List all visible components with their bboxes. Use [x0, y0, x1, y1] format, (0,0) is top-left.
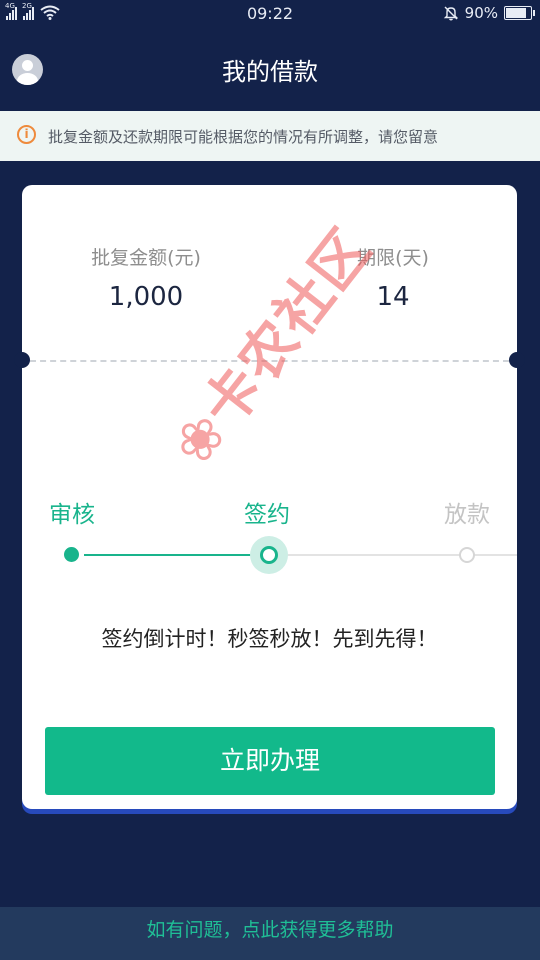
card-notch-right: [509, 352, 525, 368]
battery-percent: 90%: [464, 4, 498, 22]
step-review-dot: [64, 547, 79, 562]
card-notch-left: [14, 352, 30, 368]
notice-banner: i 批复金额及还款期限可能根据您的情况有所调整，请您留意: [0, 111, 540, 161]
help-link[interactable]: 如有问题，点此获得更多帮助: [0, 915, 540, 942]
step-disburse-dot: [459, 547, 475, 563]
header: 我的借款: [0, 28, 540, 110]
page-title: 我的借款: [222, 58, 318, 86]
step-review-label: 审核: [49, 502, 95, 528]
apply-now-button[interactable]: 立即办理: [45, 727, 495, 795]
approved-amount: 批复金额(元) 1,000: [46, 243, 246, 312]
promo-text: 签约倒计时！秒签秒放！先到先得！: [101, 627, 438, 651]
step-disburse-label: 放款: [444, 502, 490, 528]
approved-amount-value: 1,000: [108, 282, 184, 312]
approved-amount-label: 批复金额(元): [91, 247, 201, 269]
step-sign-dot: [260, 546, 278, 564]
info-icon: i: [17, 125, 36, 144]
status-bar: 4G 2G 09:22 90%: [0, 0, 540, 28]
mute-bell-icon: [443, 6, 458, 21]
battery-icon: [504, 6, 535, 20]
footer: 如有问题，点此获得更多帮助: [0, 907, 540, 960]
progress-track-done: [84, 554, 260, 556]
progress-track-pending: [284, 554, 517, 556]
notice-text: 批复金额及还款期限可能根据您的情况有所调整，请您留意: [48, 128, 439, 146]
step-sign-label: 签约: [244, 502, 290, 528]
